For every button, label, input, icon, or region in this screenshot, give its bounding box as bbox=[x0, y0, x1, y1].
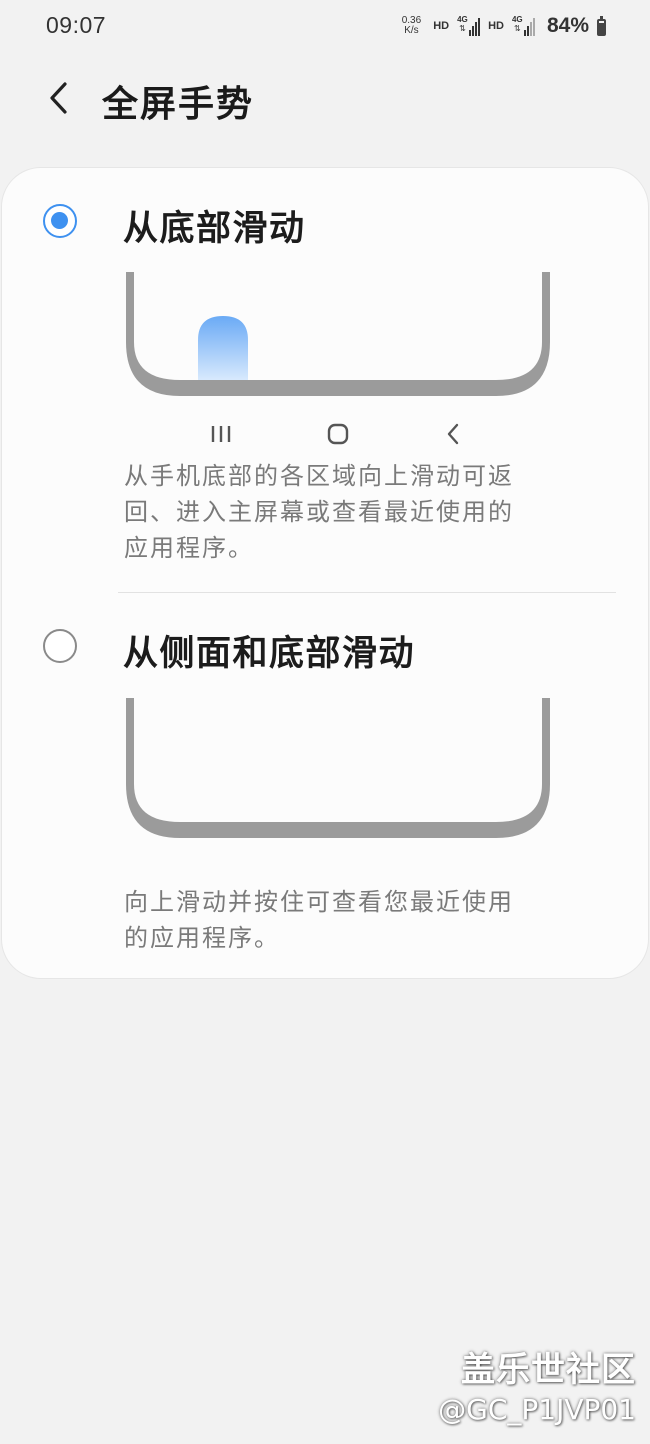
swipe-from-sides-and-bottom-illustration bbox=[126, 698, 550, 838]
data-activity-icon: ⇅ bbox=[459, 24, 466, 33]
volte-hd-icon: HD bbox=[488, 20, 504, 32]
phone-outline bbox=[126, 272, 550, 396]
description-line: 回、进入主屏幕或查看最近使用的 bbox=[124, 498, 514, 526]
watermark-brand: 盖乐世社区 bbox=[461, 1350, 636, 1390]
battery-percent: 84% bbox=[546, 14, 589, 37]
home-icon bbox=[323, 419, 353, 449]
battery-icon bbox=[597, 15, 606, 36]
description-line: 应用程序。 bbox=[124, 534, 254, 562]
app-bar: 全屏手势 bbox=[0, 70, 650, 126]
network-type-label: 4G bbox=[457, 15, 468, 24]
option-swipe-from-bottom[interactable]: 从底部滑动 bbox=[2, 182, 650, 262]
back-button[interactable] bbox=[36, 74, 80, 122]
network-speed-icon: 0.36 K/s bbox=[402, 16, 421, 36]
status-time: 09:07 bbox=[46, 12, 107, 38]
swipe-indicator bbox=[198, 316, 248, 380]
watermark-user: @GC_P1JVP01 bbox=[438, 1393, 636, 1426]
data-activity-icon: ⇅ bbox=[513, 24, 521, 33]
watermark: 盖乐世社区 @GC_P1JVP01 bbox=[438, 1348, 636, 1428]
option-label: 从侧面和底部滑动 bbox=[123, 633, 416, 674]
radio-button-swipe-from-bottom[interactable] bbox=[43, 204, 77, 238]
description-line: 的应用程序。 bbox=[124, 924, 280, 952]
phone-outline bbox=[126, 698, 550, 838]
status-icons: 0.36 K/s HD 4G ⇅ HD 4G ⇅ 84% bbox=[402, 14, 606, 38]
description-line: 从手机底部的各区域向上滑动可返 bbox=[124, 462, 514, 490]
option-swipe-from-sides-and-bottom[interactable]: 从侧面和底部滑动 bbox=[2, 608, 650, 688]
gesture-options-card: 从底部滑动 从手机底部的各区域向上滑动可返 回、进入主屏幕或查看最近使用的 应用… bbox=[1, 167, 649, 979]
description-line: 向上滑动并按住可查看您最近使用 bbox=[124, 888, 514, 916]
page-title: 全屏手势 bbox=[102, 83, 255, 125]
recents-icon bbox=[206, 419, 236, 449]
swipe-from-bottom-illustration bbox=[126, 272, 550, 396]
option-description: 向上滑动并按住可查看您最近使用 的应用程序。 bbox=[124, 884, 574, 956]
network-type-label: 4G bbox=[511, 15, 523, 24]
chevron-left-icon bbox=[50, 82, 67, 114]
option-label: 从底部滑动 bbox=[123, 208, 306, 249]
back-icon bbox=[438, 419, 468, 449]
net-speed-unit: K/s bbox=[404, 25, 419, 36]
option-description: 从手机底部的各区域向上滑动可返 回、进入主屏幕或查看最近使用的 应用程序。 bbox=[124, 458, 574, 566]
divider bbox=[118, 592, 616, 593]
volte-hd-icon: HD bbox=[433, 20, 450, 32]
signal-icon: 4G ⇅ bbox=[512, 16, 535, 36]
navigation-hints bbox=[202, 419, 472, 449]
radio-button-swipe-from-sides-and-bottom[interactable] bbox=[43, 629, 77, 663]
status-bar: 09:07 0.36 K/s HD 4G ⇅ HD 4G ⇅ 84% bbox=[0, 0, 650, 56]
signal-icon: 4G ⇅ bbox=[457, 15, 481, 36]
